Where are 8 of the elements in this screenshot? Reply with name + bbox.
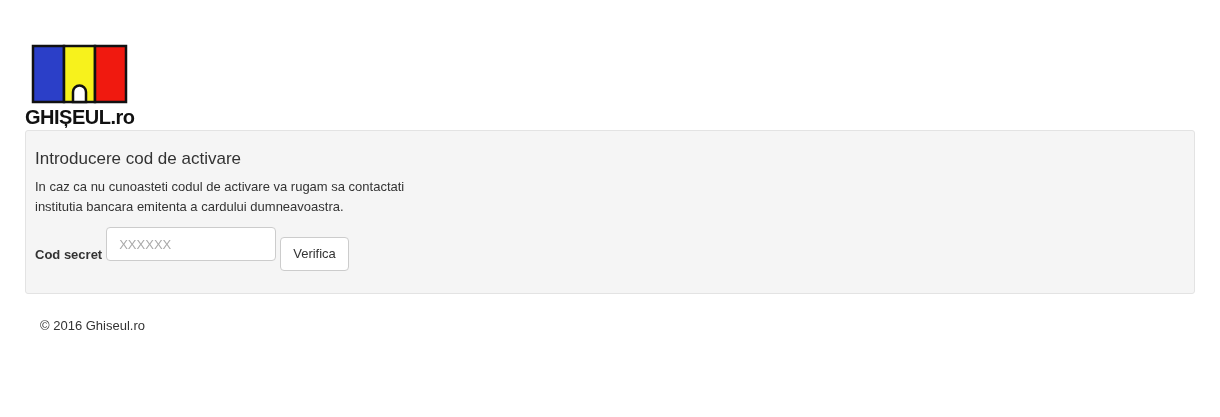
secret-code-field[interactable]: XXXXXX xyxy=(106,227,277,261)
panel-description: In caz ca nu cunoasteti codul de activare va rugam sa contactati institutia bancara emitenta a cardului dumneavoastra. xyxy=(35,178,406,216)
panel-title: Introducere cod de activare xyxy=(35,149,242,169)
flag-logo-icon xyxy=(31,44,129,106)
field-label: Cod secret xyxy=(35,246,103,264)
footer-copyright: © 2016 Ghiseul.ro xyxy=(40,317,146,335)
logo-text: GHIȘEUL.ro xyxy=(25,106,135,128)
verify-button[interactable]: Verifica xyxy=(280,237,349,271)
